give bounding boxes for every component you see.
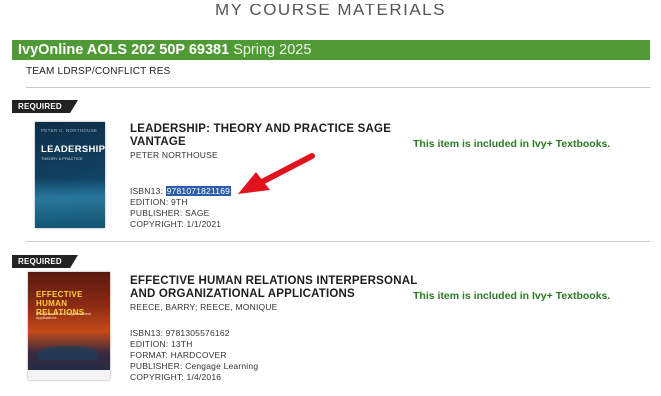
isbn-selected-text[interactable]: 9781071821169 <box>165 186 232 196</box>
book-authors: PETER NORTHOUSE <box>130 150 218 160</box>
book-cover-leadership[interactable]: PETER G. NORTHOUSE LEADERSHIP THEORY & P… <box>35 122 105 228</box>
section-divider <box>26 241 650 242</box>
book-format: FORMAT: HARDCOVER <box>130 350 227 360</box>
cover-subtitle: THEORY & PRACTICE <box>41 156 83 161</box>
book-edition: EDITION: 13TH <box>130 339 193 349</box>
included-in-ivy-plus-text: This item is included in Ivy+ Textbooks. <box>413 290 611 302</box>
cover-art <box>35 178 105 228</box>
required-tag: REQUIRED <box>12 100 78 113</box>
required-tag: REQUIRED <box>12 255 78 268</box>
book-isbn: ISBN13: 9781071821169 <box>130 186 232 196</box>
included-in-ivy-plus-text: This item is included in Ivy+ Textbooks. <box>413 138 611 150</box>
course-term: Spring 2025 <box>233 42 312 58</box>
course-name: IvyOnline AOLS 202 50P 69381 <box>18 42 230 58</box>
course-section-name: TEAM LDRSP/CONFLICT RES <box>26 66 171 77</box>
cover-title: LEADERSHIP <box>41 144 105 155</box>
book-copyright: COPYRIGHT: 1/4/2016 <box>130 372 222 382</box>
book-copyright: COPYRIGHT: 1/1/2021 <box>130 219 222 229</box>
section-divider <box>26 87 650 88</box>
book-publisher: PUBLISHER: Cengage Learning <box>130 361 259 371</box>
annotation-arrow-icon <box>238 153 315 194</box>
book-edition: EDITION: 9TH <box>130 197 188 207</box>
book-isbn: ISBN13: 9781305576162 <box>130 328 230 338</box>
book-cover-human-relations[interactable]: EFFECTIVE HUMAN RELATIONS Interpersonal … <box>28 272 110 380</box>
cover-subtitle: Interpersonal and Organizational Applica… <box>36 312 92 320</box>
course-header-bar: IvyOnline AOLS 202 50P 69381 Spring 2025 <box>12 40 650 60</box>
cover-art <box>38 346 98 360</box>
book-publisher: PUBLISHER: SAGE <box>130 208 210 218</box>
book-title[interactable]: LEADERSHIP: THEORY AND PRACTICE SAGE VAN… <box>130 123 391 149</box>
book-authors: REECE, BARRY; REECE, MONIQUE <box>130 302 278 312</box>
cover-footer <box>28 370 110 380</box>
page-title: MY COURSE MATERIALS <box>215 4 446 19</box>
book-title[interactable]: EFFECTIVE HUMAN RELATIONS INTERPERSONAL … <box>130 275 417 301</box>
cover-author: PETER G. NORTHOUSE <box>41 128 98 133</box>
